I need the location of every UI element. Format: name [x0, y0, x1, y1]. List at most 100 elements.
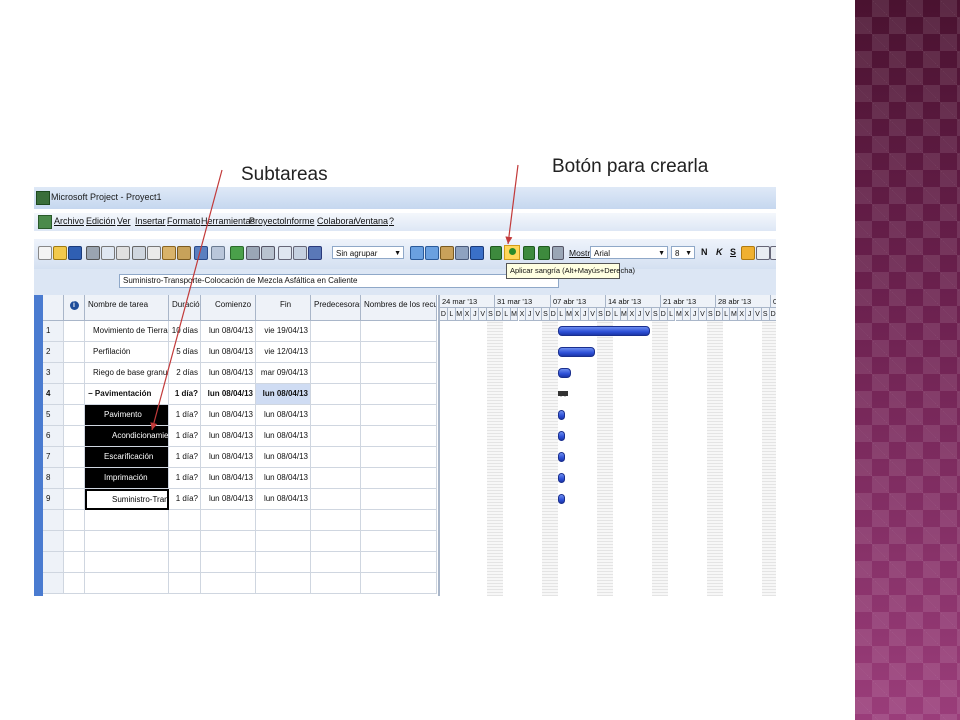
subtask-row[interactable]: 6 Acondicionamiento de 1 día? lun 08/04/… [43, 426, 437, 447]
table-row[interactable]: 1 Movimiento de Tierra 10 días lun 08/04… [43, 321, 437, 342]
menu-insertar[interactable]: Insertar [135, 216, 166, 226]
indent-button[interactable] [504, 245, 520, 260]
task-start[interactable]: lun 08/04/13 [201, 489, 256, 510]
task-predecessors[interactable] [311, 405, 361, 426]
task-resources[interactable] [361, 552, 437, 573]
task-duration[interactable]: 1 día? [169, 447, 201, 468]
task-predecessors[interactable] [311, 552, 361, 573]
task-predecessors[interactable] [311, 321, 361, 342]
menu-help[interactable]: ? [389, 216, 394, 226]
menu-herramientas[interactable]: Herramientas [201, 216, 255, 226]
task-resources[interactable] [361, 384, 437, 405]
task-name[interactable]: Perfilación [85, 342, 169, 363]
task-resources[interactable] [361, 573, 437, 594]
task-predecessors[interactable] [311, 489, 361, 510]
task-resources[interactable] [361, 510, 437, 531]
header-start[interactable]: Comienzo [201, 295, 256, 321]
task-name[interactable] [85, 573, 169, 594]
task-duration[interactable]: 1 día? [169, 426, 201, 447]
task-predecessors[interactable] [311, 342, 361, 363]
task-name[interactable]: − Pavimentación [85, 384, 169, 405]
task-name[interactable]: Acondicionamiento de [85, 426, 169, 447]
header-duration[interactable]: Duración [169, 295, 201, 321]
task-duration[interactable] [169, 552, 201, 573]
task-predecessors[interactable] [311, 531, 361, 552]
scroll-to-task-icon[interactable] [440, 246, 454, 260]
open-icon[interactable] [53, 246, 67, 260]
gantt-task-bar[interactable] [557, 368, 572, 378]
task-end[interactable] [256, 510, 311, 531]
unlink-tasks-icon[interactable] [261, 246, 275, 260]
print-preview-icon[interactable] [101, 246, 115, 260]
table-row[interactable]: 3 Riego de base granular 2 días lun 08/0… [43, 363, 437, 384]
table-row[interactable]: 2 Perfilación 5 días lun 08/04/13 vie 12… [43, 342, 437, 363]
link-tasks-icon[interactable] [246, 246, 260, 260]
task-resources[interactable] [361, 489, 437, 510]
empty-row[interactable] [43, 552, 437, 573]
task-notes-icon[interactable] [308, 246, 322, 260]
empty-row[interactable] [43, 510, 437, 531]
font-select[interactable]: Arial ▼ [590, 246, 668, 259]
zoom-in-icon[interactable] [410, 246, 424, 260]
task-start[interactable]: lun 08/04/13 [201, 363, 256, 384]
task-duration[interactable] [169, 531, 201, 552]
task-predecessors[interactable] [311, 384, 361, 405]
task-resources[interactable] [361, 531, 437, 552]
gantt-summary-bar[interactable] [557, 391, 568, 397]
italic-button[interactable]: K [716, 247, 723, 257]
task-end[interactable]: lun 08/04/13 [256, 468, 311, 489]
outdent-icon[interactable] [490, 246, 502, 260]
task-duration[interactable]: 10 días [169, 321, 201, 342]
print-icon[interactable] [86, 246, 100, 260]
task-end[interactable] [256, 531, 311, 552]
task-start[interactable] [201, 531, 256, 552]
copy-picture-icon[interactable] [455, 246, 469, 260]
task-duration[interactable]: 1 día? [169, 468, 201, 489]
task-end[interactable]: lun 08/04/13 [256, 405, 311, 426]
align-right-icon[interactable] [770, 246, 776, 260]
hyperlink-icon[interactable] [230, 246, 244, 260]
align-center-icon[interactable] [756, 246, 770, 260]
task-duration[interactable]: 1 día? [169, 489, 201, 510]
header-resources[interactable]: Nombres de los recursos [361, 295, 437, 321]
font-size-select[interactable]: 8 ▼ [671, 246, 695, 259]
task-start[interactable]: lun 08/04/13 [201, 342, 256, 363]
help-icon[interactable] [470, 246, 484, 260]
menu-colaborar[interactable]: Colaborar [317, 216, 357, 226]
task-start[interactable] [201, 552, 256, 573]
task-resources[interactable] [361, 321, 437, 342]
task-name[interactable]: Riego de base granular [85, 363, 169, 384]
task-end[interactable] [256, 552, 311, 573]
align-left-icon[interactable] [741, 246, 755, 260]
task-resources[interactable] [361, 405, 437, 426]
subtask-row[interactable]: 5 Pavimento 1 día? lun 08/04/13 lun 08/0… [43, 405, 437, 426]
header-indicators[interactable]: i [64, 295, 85, 321]
task-end[interactable]: vie 12/04/13 [256, 342, 311, 363]
task-name[interactable] [85, 552, 169, 573]
task-predecessors[interactable] [311, 510, 361, 531]
task-end[interactable]: vie 19/04/13 [256, 321, 311, 342]
task-resources[interactable] [361, 426, 437, 447]
gantt-task-bar[interactable] [557, 452, 565, 462]
task-end[interactable]: lun 08/04/13 [256, 384, 311, 405]
menu-informe[interactable]: Informe [284, 216, 315, 226]
task-duration[interactable]: 2 días [169, 363, 201, 384]
paste-icon[interactable] [162, 246, 176, 260]
task-end[interactable]: lun 08/04/13 [256, 447, 311, 468]
copy-icon[interactable] [147, 246, 161, 260]
task-name[interactable]: Suministro-Transporte [85, 489, 169, 510]
show-subtasks-icon[interactable] [523, 246, 535, 260]
task-duration[interactable]: 5 días [169, 342, 201, 363]
task-end[interactable]: lun 08/04/13 [256, 489, 311, 510]
task-info-icon[interactable] [293, 246, 307, 260]
task-start[interactable]: lun 08/04/13 [201, 405, 256, 426]
gantt-task-bar[interactable] [557, 494, 565, 504]
task-resources[interactable] [361, 447, 437, 468]
task-resources[interactable] [361, 363, 437, 384]
gantt-task-bar[interactable] [557, 431, 565, 441]
group-select[interactable]: Sin agrupar ▼ [332, 246, 404, 259]
collapse-toggle[interactable]: − [88, 389, 93, 398]
menu-ventana[interactable]: Ventana [355, 216, 388, 226]
zoom-out-icon[interactable] [425, 246, 439, 260]
bold-button[interactable]: N [701, 247, 708, 257]
